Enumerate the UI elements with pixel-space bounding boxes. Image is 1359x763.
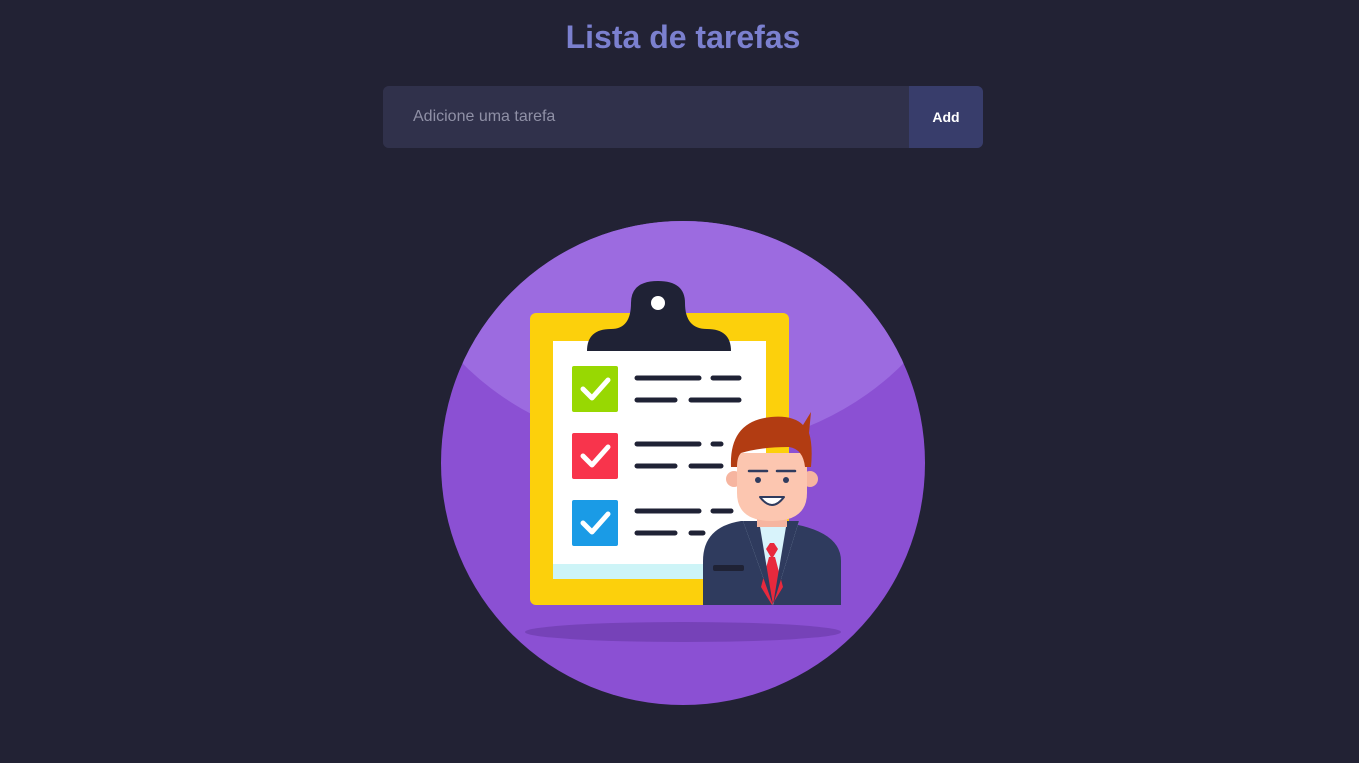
floor-shadow — [525, 622, 841, 642]
page-title: Lista de tarefas — [565, 19, 801, 55]
page: Lista de tarefas Add — [0, 0, 1359, 763]
add-task-form: Add — [383, 86, 983, 148]
check-green-icon — [572, 366, 618, 412]
checklist-illustration — [441, 221, 925, 705]
add-button[interactable]: Add — [909, 86, 983, 148]
task-input[interactable] — [383, 86, 909, 148]
check-blue-icon — [572, 500, 618, 546]
check-red-icon — [572, 433, 618, 479]
